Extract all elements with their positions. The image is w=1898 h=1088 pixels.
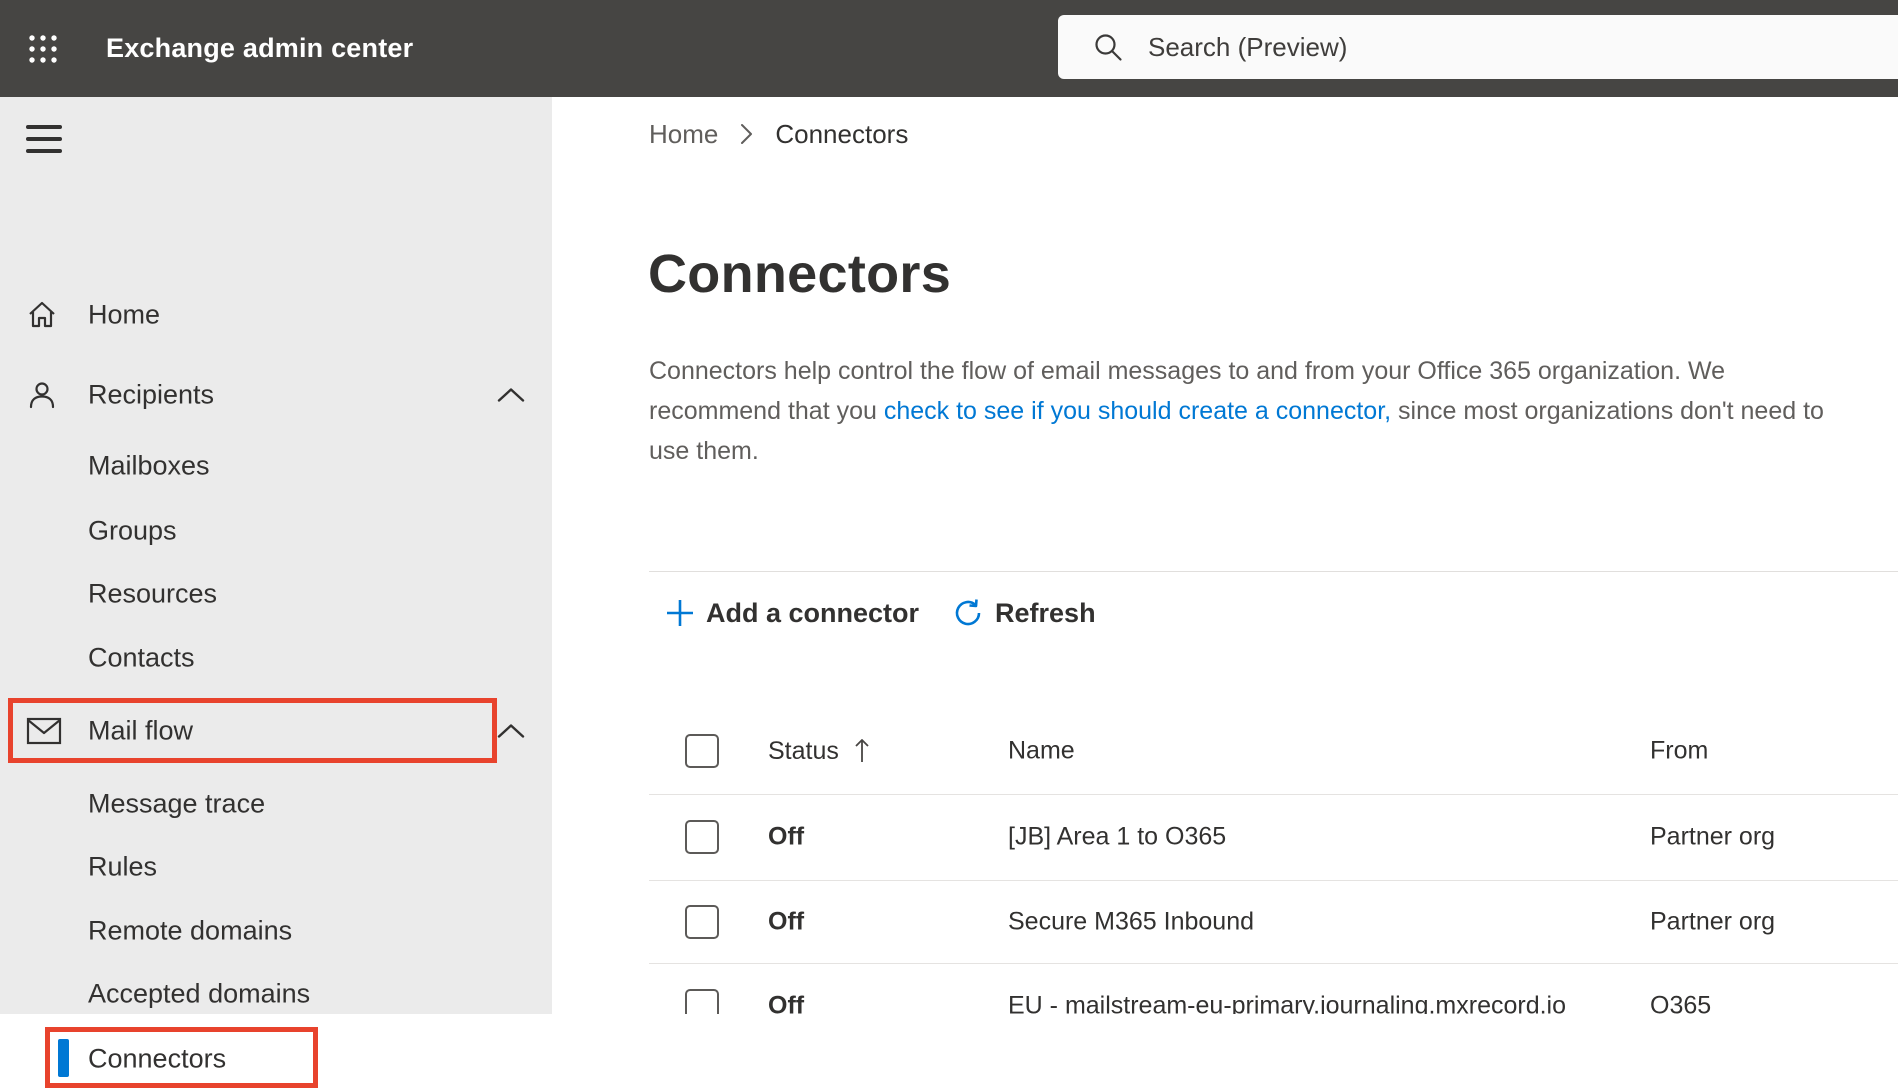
sidebar-item-message-trace[interactable]: Message trace — [0, 776, 552, 832]
toolbar-divider — [649, 571, 1898, 572]
app-title: Exchange admin center — [106, 33, 414, 63]
table-row[interactable]: Off Secure M365 Inbound Partner org — [552, 880, 1898, 963]
sidebar-item-contacts[interactable]: Contacts — [0, 630, 552, 686]
sidebar-item-label: Message trace — [88, 788, 266, 819]
sidebar-item-label: Accepted domains — [88, 978, 311, 1009]
home-icon — [29, 301, 55, 328]
row-checkbox[interactable] — [685, 989, 719, 1014]
breadcrumb: Home Connectors — [649, 117, 908, 151]
row-name[interactable]: EU - mailstream-eu-primary.journaling.mx… — [1008, 992, 1566, 1015]
sidebar-item-label: Rules — [88, 851, 158, 882]
sidebar: Home Recipients Mailboxes Groups Resourc… — [0, 97, 552, 1088]
row-status: Off — [768, 991, 805, 1015]
chevron-right-icon — [740, 123, 753, 145]
refresh-button[interactable]: Refresh — [951, 596, 1096, 630]
sidebar-item-groups[interactable]: Groups — [0, 503, 552, 559]
chevron-up-icon — [497, 724, 525, 738]
select-all-checkbox[interactable] — [685, 734, 719, 768]
sidebar-item-remote-domains[interactable]: Remote domains — [0, 903, 552, 959]
chevron-up-icon — [497, 388, 525, 402]
sidebar-item-rules[interactable]: Rules — [0, 839, 552, 895]
sidebar-item-label: Home — [88, 299, 161, 330]
column-header-status[interactable]: Status — [768, 736, 871, 766]
row-checkbox[interactable] — [685, 820, 719, 854]
add-connector-label: Add a connector — [706, 597, 920, 628]
row-from: O365 — [1650, 991, 1712, 1015]
status-header-label: Status — [768, 736, 839, 765]
app-launcher-button[interactable] — [26, 32, 60, 66]
sidebar-item-label: Groups — [88, 515, 177, 546]
sidebar-item-recipients[interactable]: Recipients — [0, 367, 552, 423]
check-connector-link[interactable]: check to see if you should create a conn… — [884, 397, 1391, 425]
row-status: Off — [768, 822, 805, 851]
person-icon — [29, 382, 55, 409]
sidebar-item-label: Resources — [88, 578, 218, 609]
sort-ascending-icon — [853, 736, 871, 766]
command-bar: Add a connector Refresh — [664, 589, 1096, 637]
top-bar: Exchange admin center — [0, 0, 1898, 97]
row-from: Partner org — [1650, 907, 1776, 935]
table-header-row: Status Name From — [552, 708, 1898, 794]
sidebar-item-connectors[interactable]: Connectors — [0, 1031, 552, 1087]
breadcrumb-current: Connectors — [775, 118, 909, 149]
table-row[interactable]: Off [JB] Area 1 to O365 Partner org — [552, 794, 1898, 880]
column-header-name[interactable]: Name — [1008, 737, 1075, 766]
row-checkbox[interactable] — [685, 904, 719, 939]
refresh-icon — [955, 599, 981, 626]
row-from: Partner org — [1650, 822, 1776, 851]
search-input[interactable] — [1148, 31, 1748, 63]
plus-icon — [667, 600, 693, 626]
search-icon — [1095, 34, 1122, 61]
sidebar-item-label: Mailboxes — [88, 450, 210, 481]
row-name[interactable]: [JB] Area 1 to O365 — [1008, 823, 1226, 852]
sidebar-item-label: Contacts — [88, 642, 195, 673]
row-status: Off — [768, 907, 805, 935]
add-connector-button[interactable]: Add a connector — [664, 597, 919, 629]
hamburger-menu-button[interactable] — [26, 125, 62, 153]
app-launcher-icon — [29, 35, 57, 63]
mail-icon — [26, 717, 62, 745]
sidebar-item-label: Remote domains — [88, 915, 293, 946]
sidebar-item-home[interactable]: Home — [0, 287, 552, 343]
page-title: Connectors — [648, 244, 952, 304]
breadcrumb-home-link[interactable]: Home — [649, 119, 718, 150]
page-description: Connectors help control the flow of emai… — [649, 351, 1861, 471]
refresh-label: Refresh — [995, 597, 1096, 628]
sidebar-item-mail-flow[interactable]: Mail flow — [0, 703, 552, 759]
sidebar-item-label: Mail flow — [88, 715, 194, 746]
sidebar-item-label: Connectors — [88, 1043, 227, 1074]
row-name[interactable]: Secure M365 Inbound — [1008, 907, 1254, 936]
main-content: Home Connectors Connectors Connectors he… — [552, 97, 1898, 1014]
sidebar-item-mailboxes[interactable]: Mailboxes — [0, 438, 552, 494]
search-box[interactable] — [1058, 15, 1898, 79]
sidebar-item-resources[interactable]: Resources — [0, 566, 552, 622]
column-header-from[interactable]: From — [1650, 737, 1708, 766]
table-row[interactable]: Off EU - mailstream-eu-primary.journalin… — [552, 963, 1898, 1014]
sidebar-item-label: Recipients — [88, 379, 215, 410]
